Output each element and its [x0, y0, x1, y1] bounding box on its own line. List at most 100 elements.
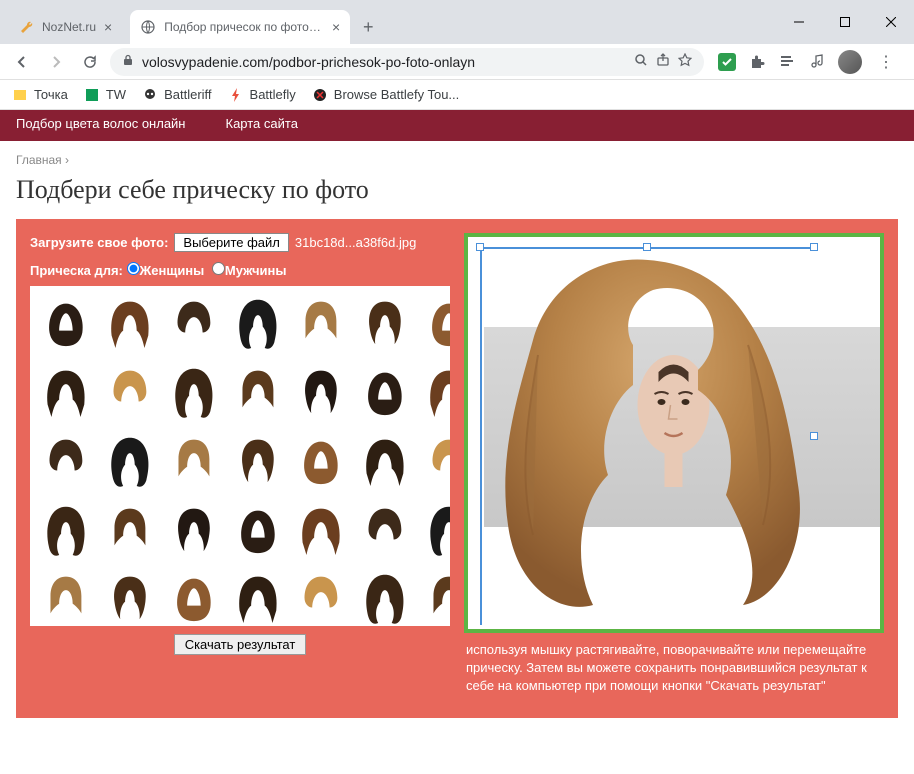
extension-icons: ⋮ [710, 50, 906, 74]
tab-title: NozNet.ru [42, 20, 96, 34]
bolt-icon [228, 87, 244, 103]
hairstyle-option[interactable] [164, 361, 224, 426]
hairstyle-option[interactable] [164, 292, 224, 357]
hairstyle-option[interactable] [228, 361, 288, 426]
bookmark-item[interactable]: Battleriff [142, 87, 211, 103]
window-controls [776, 0, 914, 44]
photo-preview[interactable] [464, 233, 884, 633]
hairstyle-option[interactable] [164, 430, 224, 495]
preview-panel: используя мышку растягивайте, поворачива… [464, 233, 884, 704]
page-content: Подбор цвета волос онлайн Карта сайта Гл… [0, 110, 914, 774]
hairstyle-option[interactable] [100, 292, 160, 357]
globe-icon [140, 19, 156, 35]
hair-overlay[interactable] [478, 245, 818, 625]
puzzle-icon[interactable] [748, 53, 766, 71]
hairstyle-option[interactable] [419, 361, 450, 426]
hairstyle-option[interactable] [419, 567, 450, 626]
page-title: Подбери себе прическу по фото [0, 171, 914, 219]
close-window-button[interactable] [868, 0, 914, 44]
gender-row: Прическа для: Женщины Мужчины [30, 262, 450, 278]
hairstyle-option[interactable] [419, 430, 450, 495]
hairstyle-option[interactable] [100, 430, 160, 495]
bookmark-item[interactable]: Точка [12, 87, 68, 103]
hairstyle-option[interactable] [228, 567, 288, 626]
menu-button[interactable]: ⋮ [874, 52, 898, 72]
browser-titlebar: NozNet.ru × Подбор причесок по фото онла… [0, 0, 914, 44]
hairstyle-option[interactable] [100, 567, 160, 626]
site-nav: Подбор цвета волос онлайн Карта сайта [0, 110, 914, 141]
hairstyle-option[interactable] [164, 567, 224, 626]
bookmark-item[interactable]: Browse Battlefy Tou... [312, 87, 460, 103]
download-button[interactable]: Скачать результат [174, 634, 307, 655]
nav-link[interactable]: Карта сайта [226, 116, 298, 131]
hairstyle-option[interactable] [36, 567, 96, 626]
hairstyle-option[interactable] [291, 361, 351, 426]
hairstyle-option[interactable] [291, 567, 351, 626]
controls-panel: Загрузите свое фото: Выберите файл 31bc1… [30, 233, 450, 704]
address-bar[interactable]: volosvypadenie.com/podbor-prichesok-po-f… [110, 48, 704, 76]
share-icon[interactable] [656, 53, 670, 70]
hairstyle-option[interactable] [355, 430, 415, 495]
url-text: volosvypadenie.com/podbor-prichesok-po-f… [142, 54, 626, 70]
tab-noznet[interactable]: NozNet.ru × [8, 10, 122, 44]
hairstyle-option[interactable] [36, 361, 96, 426]
list-icon[interactable] [778, 53, 796, 71]
hairstyle-option[interactable] [228, 292, 288, 357]
hairstyle-option[interactable] [228, 499, 288, 564]
adblock-icon[interactable] [718, 53, 736, 71]
skull-icon [142, 87, 158, 103]
hairstyle-option[interactable] [36, 499, 96, 564]
music-icon[interactable] [808, 53, 826, 71]
hairstyle-option[interactable] [355, 499, 415, 564]
reload-button[interactable] [76, 48, 104, 76]
hairstyle-option[interactable] [355, 567, 415, 626]
resize-handle[interactable] [810, 243, 818, 251]
nav-link[interactable]: Подбор цвета волос онлайн [16, 116, 186, 131]
hairstyle-option[interactable] [419, 292, 450, 357]
wrench-icon [18, 19, 34, 35]
hairstyle-option[interactable] [100, 499, 160, 564]
new-tab-button[interactable]: + [354, 13, 382, 41]
hairstyle-tool: Загрузите свое фото: Выберите файл 31bc1… [16, 219, 898, 718]
sheets-icon [84, 87, 100, 103]
resize-handle[interactable] [810, 432, 818, 440]
hairstyle-option[interactable] [100, 361, 160, 426]
folder-icon [12, 87, 28, 103]
chevron-right-icon: › [65, 153, 69, 167]
resize-handle[interactable] [643, 243, 651, 251]
hairstyle-option[interactable] [291, 292, 351, 357]
resize-handle[interactable] [476, 243, 484, 251]
breadcrumb-home[interactable]: Главная [16, 153, 62, 167]
forward-button[interactable] [42, 48, 70, 76]
choose-file-button[interactable]: Выберите файл [174, 233, 288, 252]
hairstyle-option[interactable] [36, 430, 96, 495]
close-icon[interactable]: × [104, 19, 112, 35]
search-icon[interactable] [634, 53, 648, 70]
browser-toolbar: volosvypadenie.com/podbor-prichesok-po-f… [0, 44, 914, 80]
radio-female[interactable] [127, 262, 140, 275]
maximize-button[interactable] [822, 0, 868, 44]
hairstyle-option[interactable] [291, 430, 351, 495]
star-icon[interactable] [678, 53, 692, 70]
hairstyle-option[interactable] [419, 499, 450, 564]
profile-avatar[interactable] [838, 50, 862, 74]
hairstyle-option[interactable] [355, 361, 415, 426]
hairstyle-option[interactable] [291, 499, 351, 564]
radio-male[interactable] [212, 262, 225, 275]
upload-row: Загрузите свое фото: Выберите файл 31bc1… [30, 233, 450, 252]
bookmark-item[interactable]: Battlefly [228, 87, 296, 103]
instructions-text: используя мышку растягивайте, поворачива… [464, 633, 884, 704]
tab-title: Подбор причесок по фото онла [164, 20, 324, 34]
hairstyle-option[interactable] [228, 430, 288, 495]
minimize-button[interactable] [776, 0, 822, 44]
lock-icon [122, 54, 134, 69]
hairstyle-option[interactable] [164, 499, 224, 564]
back-button[interactable] [8, 48, 36, 76]
close-icon[interactable]: × [332, 19, 340, 35]
hairstyle-grid[interactable] [30, 286, 450, 626]
tab-active[interactable]: Подбор причесок по фото онла × [130, 10, 350, 44]
bookmark-item[interactable]: TW [84, 87, 126, 103]
hairstyle-option[interactable] [36, 292, 96, 357]
upload-label: Загрузите свое фото: [30, 235, 168, 250]
hairstyle-option[interactable] [355, 292, 415, 357]
